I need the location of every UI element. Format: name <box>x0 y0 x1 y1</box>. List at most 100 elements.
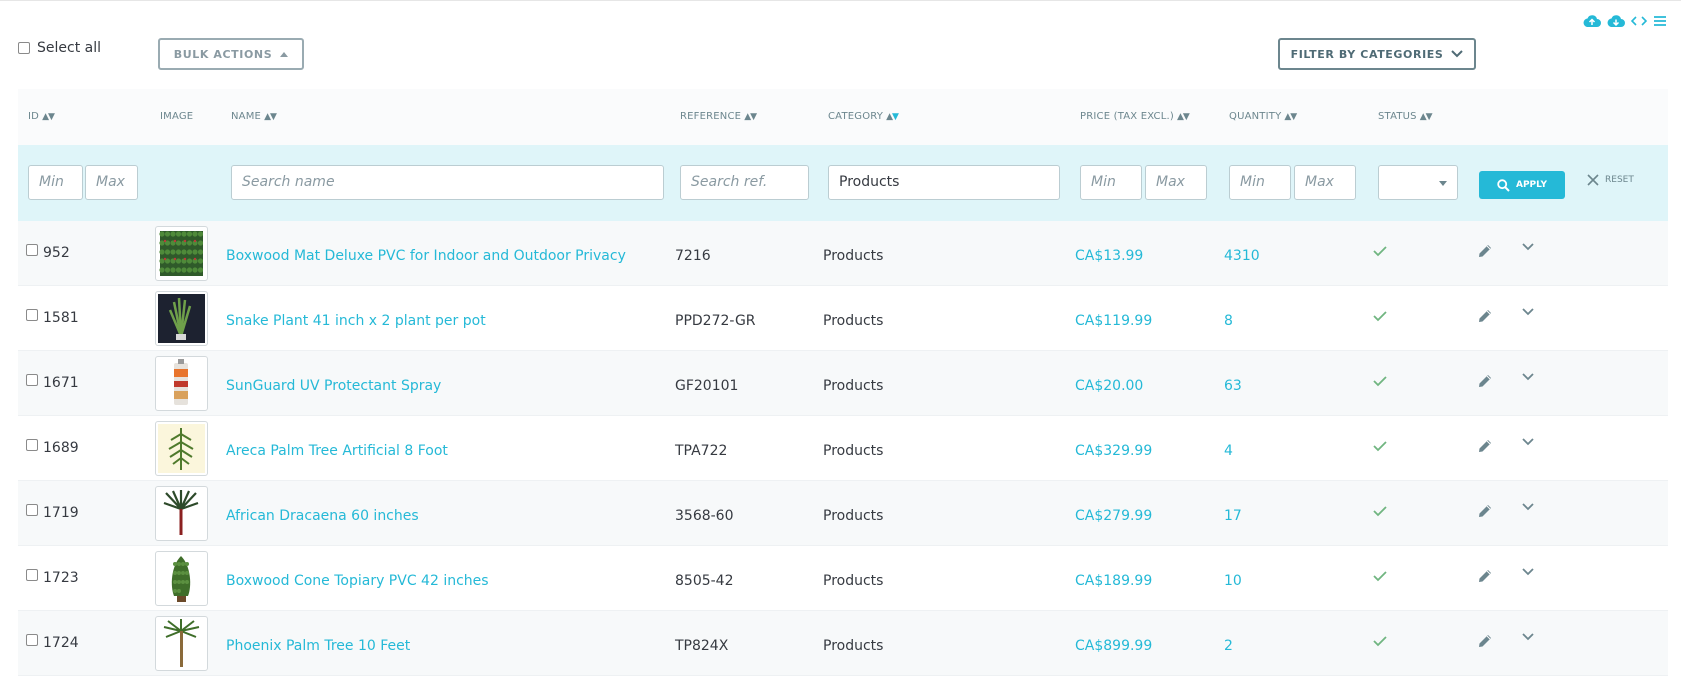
product-quantity-link[interactable]: 10 <box>1224 573 1242 589</box>
check-icon[interactable] <box>1373 570 1387 582</box>
product-name-link[interactable]: Boxwood Mat Deluxe PVC for Indoor and Ou… <box>226 248 626 264</box>
id-max-input[interactable]: Max <box>85 165 138 200</box>
product-id: 1724 <box>43 635 79 651</box>
edit-icon[interactable] <box>1477 243 1493 259</box>
column-status[interactable]: STATUS ▲▼ <box>1378 111 1433 122</box>
product-name-link[interactable]: Snake Plant 41 inch x 2 plant per pot <box>226 313 486 329</box>
cloud-upload-icon[interactable] <box>1583 14 1601 28</box>
chevron-down-icon[interactable] <box>1522 633 1534 641</box>
edit-icon[interactable] <box>1477 633 1493 649</box>
id-min-input[interactable]: Min <box>28 165 83 200</box>
column-quantity-label: QUANTITY <box>1229 111 1282 122</box>
sort-icon-active[interactable]: ▲▼ <box>886 112 899 122</box>
cloud-download-icon[interactable] <box>1607 14 1625 28</box>
apply-button[interactable]: APPLY <box>1479 171 1565 199</box>
status-select[interactable] <box>1378 165 1458 200</box>
row-checkbox[interactable] <box>26 374 38 386</box>
chevron-down-icon[interactable] <box>1522 503 1534 511</box>
price-min-input[interactable]: Min <box>1080 165 1142 200</box>
column-id-label: ID <box>28 111 40 122</box>
product-name-link[interactable]: Phoenix Palm Tree 10 Feet <box>226 638 410 654</box>
table-row: 1719 African Dracaena 60 inches 3568-60 … <box>18 481 1668 546</box>
code-icon[interactable] <box>1631 14 1647 28</box>
product-quantity-link[interactable]: 4310 <box>1224 248 1260 264</box>
product-thumbnail[interactable] <box>155 616 208 671</box>
product-price-link[interactable]: CA$279.99 <box>1075 508 1152 524</box>
product-thumbnail[interactable] <box>155 226 208 281</box>
sort-icon[interactable]: ▲▼ <box>744 112 757 122</box>
chevron-down-icon[interactable] <box>1522 243 1534 251</box>
sort-icon[interactable]: ▲▼ <box>264 112 277 122</box>
products-table: ID ▲▼ IMAGE NAME ▲▼ REFERENCE ▲▼ CATEGORY ▲▼… <box>18 89 1668 676</box>
product-quantity-link[interactable]: 17 <box>1224 508 1242 524</box>
check-icon[interactable] <box>1373 505 1387 517</box>
product-thumbnail[interactable] <box>155 486 208 541</box>
check-icon[interactable] <box>1373 245 1387 257</box>
select-all-checkbox[interactable] <box>18 42 30 54</box>
reset-button[interactable]: RESET <box>1587 174 1634 186</box>
edit-icon[interactable] <box>1477 308 1493 324</box>
product-quantity-link[interactable]: 63 <box>1224 378 1242 394</box>
sort-icon[interactable]: ▲▼ <box>1284 112 1297 122</box>
product-reference: 8505-42 <box>675 573 734 589</box>
product-price-link[interactable]: CA$329.99 <box>1075 443 1152 459</box>
row-checkbox[interactable] <box>26 244 38 256</box>
check-icon[interactable] <box>1373 635 1387 647</box>
menu-icon[interactable] <box>1653 14 1667 28</box>
chevron-down-icon[interactable] <box>1522 373 1534 381</box>
search-name-input[interactable]: Search name <box>231 165 664 200</box>
product-thumbnail[interactable] <box>155 291 208 346</box>
row-checkbox[interactable] <box>26 634 38 646</box>
qty-max-input[interactable]: Max <box>1294 165 1356 200</box>
product-quantity-link[interactable]: 4 <box>1224 443 1233 459</box>
check-icon[interactable] <box>1373 375 1387 387</box>
select-all-label: Select all <box>37 40 101 56</box>
product-reference: TPA722 <box>675 443 728 459</box>
product-name-link[interactable]: African Dracaena 60 inches <box>226 508 419 524</box>
product-price-link[interactable]: CA$20.00 <box>1075 378 1143 394</box>
chevron-down-icon[interactable] <box>1522 438 1534 446</box>
product-price-link[interactable]: CA$189.99 <box>1075 573 1152 589</box>
column-category[interactable]: CATEGORY ▲▼ <box>828 111 899 122</box>
product-quantity-link[interactable]: 2 <box>1224 638 1233 654</box>
product-price-link[interactable]: CA$13.99 <box>1075 248 1143 264</box>
category-filter-input[interactable]: Products <box>828 165 1060 200</box>
column-name[interactable]: NAME ▲▼ <box>231 111 277 122</box>
check-icon[interactable] <box>1373 310 1387 322</box>
product-quantity-link[interactable]: 8 <box>1224 313 1233 329</box>
product-thumbnail[interactable] <box>155 421 208 476</box>
bulk-actions-button[interactable]: BULK ACTIONS <box>158 38 304 70</box>
filter-by-categories-button[interactable]: FILTER BY CATEGORIES <box>1278 38 1476 70</box>
column-quantity[interactable]: QUANTITY ▲▼ <box>1229 111 1297 122</box>
edit-icon[interactable] <box>1477 568 1493 584</box>
column-price[interactable]: PRICE (TAX EXCL.) ▲▼ <box>1080 111 1190 122</box>
product-thumbnail[interactable] <box>155 356 208 411</box>
price-max-input[interactable]: Max <box>1145 165 1207 200</box>
table-row: 1671 SunGuard UV Protectant Spray GF2010… <box>18 351 1668 416</box>
column-id[interactable]: ID ▲▼ <box>28 111 55 122</box>
chevron-down-icon[interactable] <box>1522 568 1534 576</box>
product-name-link[interactable]: Areca Palm Tree Artificial 8 Foot <box>226 443 448 459</box>
row-checkbox[interactable] <box>26 569 38 581</box>
product-name-link[interactable]: SunGuard UV Protectant Spray <box>226 378 441 394</box>
row-checkbox[interactable] <box>26 504 38 516</box>
row-checkbox[interactable] <box>26 439 38 451</box>
chevron-down-icon[interactable] <box>1522 308 1534 316</box>
qty-min-input[interactable]: Min <box>1229 165 1291 200</box>
edit-icon[interactable] <box>1477 438 1493 454</box>
product-price-link[interactable]: CA$899.99 <box>1075 638 1152 654</box>
column-reference[interactable]: REFERENCE ▲▼ <box>680 111 757 122</box>
search-ref-input[interactable]: Search ref. <box>680 165 809 200</box>
edit-icon[interactable] <box>1477 373 1493 389</box>
sort-icon[interactable]: ▲▼ <box>1420 112 1433 122</box>
check-icon[interactable] <box>1373 440 1387 452</box>
product-price-link[interactable]: CA$119.99 <box>1075 313 1152 329</box>
product-name-link[interactable]: Boxwood Cone Topiary PVC 42 inches <box>226 573 489 589</box>
row-checkbox[interactable] <box>26 309 38 321</box>
sort-icon[interactable]: ▲▼ <box>42 112 55 122</box>
select-all[interactable]: Select all <box>18 40 101 56</box>
column-price-label: PRICE (TAX EXCL.) <box>1080 111 1174 122</box>
product-thumbnail[interactable] <box>155 551 208 606</box>
edit-icon[interactable] <box>1477 503 1493 519</box>
sort-icon[interactable]: ▲▼ <box>1177 112 1190 122</box>
